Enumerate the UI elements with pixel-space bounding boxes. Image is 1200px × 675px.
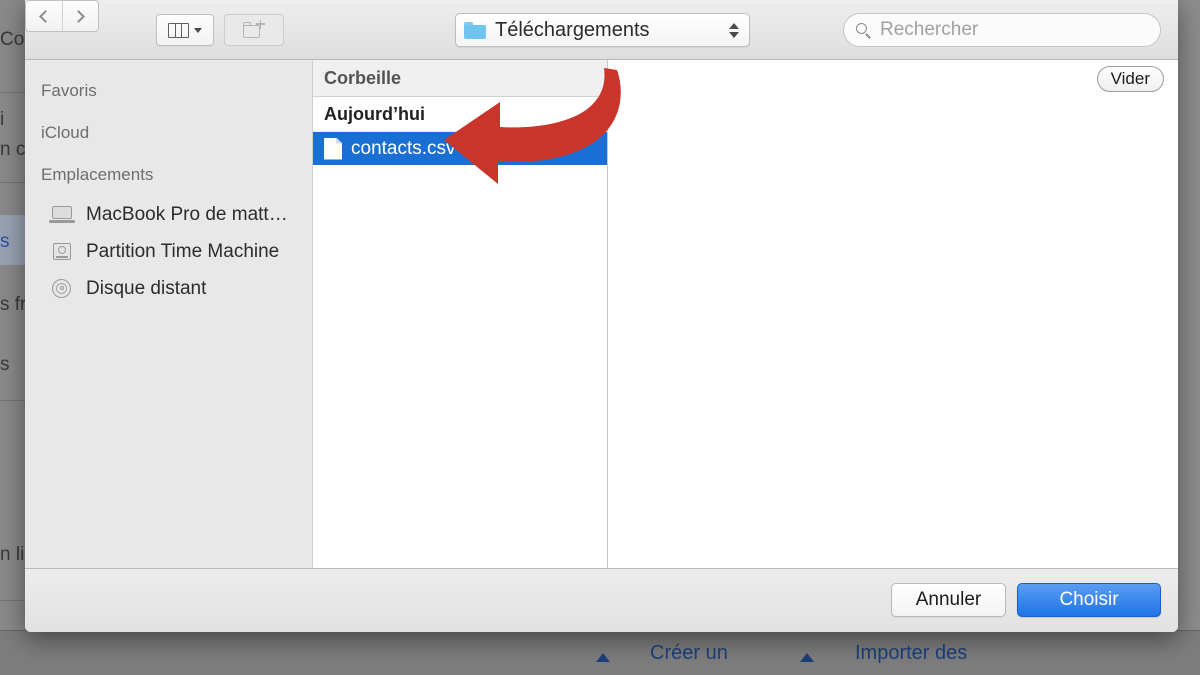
sidebar-header-emplacements: Emplacements [41, 165, 154, 184]
dialog-footer: Annuler Choisir [25, 569, 1178, 632]
chevron-left-icon [39, 9, 52, 23]
folder-icon [464, 21, 486, 39]
column-view-icon [168, 22, 189, 38]
chevron-down-icon [194, 27, 202, 33]
preview-header-row: Vider [608, 60, 1178, 97]
file-chooser-dialog: Téléchargements Rechercher Favoris iClou… [25, 0, 1178, 632]
file-group-header: Aujourd’hui [313, 97, 607, 132]
sidebar-item-disque-distant[interactable]: Disque distant [25, 270, 312, 307]
laptop-icon [49, 205, 75, 225]
sidebar-item-label: Disque distant [86, 277, 207, 299]
sidebar-item-partition-time-machine[interactable]: Partition Time Machine [25, 233, 312, 270]
preview-pane: Vider [608, 60, 1178, 568]
view-mode-button[interactable] [156, 14, 214, 46]
up-down-chevron-icon [729, 22, 741, 38]
sidebar-header-icloud: iCloud [41, 123, 90, 142]
search-icon [856, 22, 871, 39]
background-bottom-toolbar: Créer un Importer des [0, 630, 1200, 675]
dialog-body: Favoris iCloud Emplacements MacBook Pro … [25, 60, 1178, 569]
back-button[interactable] [26, 1, 62, 31]
navigation-button-group [25, 0, 99, 32]
empty-trash-button[interactable]: Vider [1096, 65, 1164, 92]
chevron-up-icon [596, 653, 610, 662]
path-popup-button[interactable]: Téléchargements [455, 13, 750, 47]
file-name-label: contacts.csv [351, 137, 456, 159]
new-folder-icon [243, 19, 265, 38]
sidebar-item-macbook-pro[interactable]: MacBook Pro de matt… [25, 196, 312, 233]
forward-button[interactable] [61, 1, 98, 31]
sidebar-item-label: MacBook Pro de matt… [86, 203, 288, 225]
search-placeholder: Rechercher [880, 19, 979, 40]
dialog-toolbar: Téléchargements Rechercher [25, 0, 1178, 60]
sidebar-item-label: Partition Time Machine [86, 240, 280, 262]
cancel-button[interactable]: Annuler [891, 583, 1006, 617]
chevron-right-icon [72, 9, 86, 23]
document-icon [324, 137, 342, 160]
current-folder-label: Téléchargements [495, 18, 650, 41]
new-folder-button[interactable] [224, 14, 284, 46]
file-column-title: Corbeille [324, 67, 402, 88]
sidebar-header-favoris: Favoris [41, 81, 97, 100]
hard-drive-icon [49, 242, 75, 262]
sidebar: Favoris iCloud Emplacements MacBook Pro … [25, 60, 313, 568]
choose-button[interactable]: Choisir [1017, 583, 1161, 617]
search-field[interactable]: Rechercher [843, 13, 1161, 47]
file-list-column: Corbeille Aujourd’hui contacts.csv [313, 60, 608, 568]
chevron-up-icon [800, 653, 814, 662]
background-action-import: Importer des [855, 642, 968, 664]
optical-disc-icon [49, 278, 75, 299]
file-column-header: Corbeille [313, 60, 607, 97]
list-item[interactable]: contacts.csv [313, 132, 607, 165]
background-action-create: Créer un [650, 642, 728, 664]
